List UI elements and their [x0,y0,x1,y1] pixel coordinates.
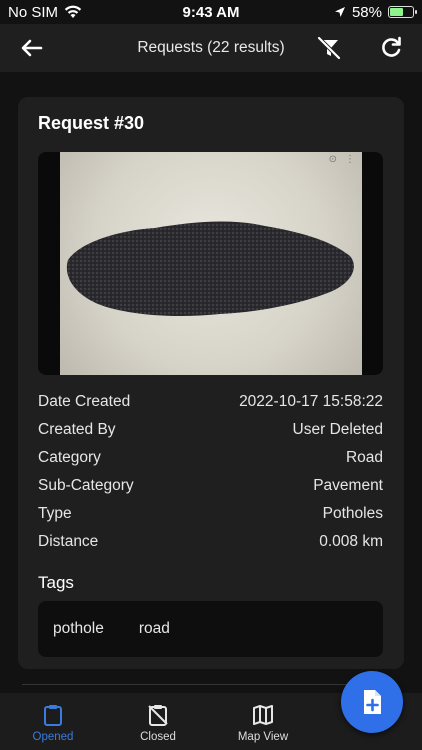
status-left: No SIM [8,4,82,21]
tab-label: Closed [140,731,176,743]
tag-item: road [138,620,170,637]
photo-overlay-icons: ⊙ ⋮ [329,154,355,165]
clipboard-icon [44,705,62,726]
detail-value: 2022-10-17 15:58:22 [239,393,383,410]
more-icon[interactable]: ⋮ [345,154,355,165]
add-file-icon [364,690,381,714]
asphalt-pile-image [66,221,354,316]
detail-label: Category [38,449,101,466]
request-photo[interactable]: ⊙ ⋮ [38,152,383,375]
wifi-icon [64,5,82,18]
map-icon [253,705,273,725]
tab-closed[interactable]: Closed [113,693,203,743]
location-arrow-icon [334,7,345,17]
photo-image [60,152,362,375]
detail-value: Pavement [313,477,383,494]
clipboard-off-icon [148,705,168,726]
request-details: Date Created 2022-10-17 15:58:22 Created… [38,388,383,556]
refresh-icon[interactable] [378,35,404,61]
detail-label: Date Created [38,393,131,410]
tab-map-view[interactable]: Map View [218,693,308,743]
detail-value: Road [345,449,383,466]
tag-item: pothole [53,620,104,637]
expand-icon[interactable]: ⊙ [329,154,337,165]
detail-row: Type Potholes [38,500,383,528]
tags-heading: Tags [38,573,74,592]
detail-value: 0.008 km [319,533,383,550]
status-right: 58% [334,3,417,21]
detail-label: Distance [38,533,99,550]
tab-opened[interactable]: Opened [8,693,98,743]
tags-list: pothole road [38,601,383,657]
app-header: Requests (22 results) [0,24,422,72]
battery-fill [390,8,403,16]
page-title: Requests (22 results) [137,39,285,56]
detail-row: Sub-Category Pavement [38,472,383,500]
detail-row: Created By User Deleted [38,416,383,444]
detail-label: Type [38,505,72,522]
status-bar: No SIM 9:43 AM 58% [0,0,422,24]
battery-icon [388,6,417,18]
filter-off-icon[interactable] [316,35,342,61]
add-request-button[interactable] [341,671,403,733]
detail-row: Distance 0.008 km [38,528,383,556]
detail-label: Created By [38,421,116,438]
detail-row: Category Road [38,444,383,472]
request-card[interactable]: Request #30 ⊙ ⋮ Date Created 2022-10-17 … [18,97,404,669]
battery-percent: 58% [351,3,382,21]
carrier-label: No SIM [8,3,59,21]
tab-label: Opened [32,731,74,743]
divider [22,684,352,685]
detail-value: User Deleted [292,421,383,438]
tab-label: Map View [237,731,289,743]
detail-value: Potholes [322,505,383,522]
detail-label: Sub-Category [38,477,134,494]
detail-row: Date Created 2022-10-17 15:58:22 [38,388,383,416]
request-title: Request #30 [38,113,145,133]
